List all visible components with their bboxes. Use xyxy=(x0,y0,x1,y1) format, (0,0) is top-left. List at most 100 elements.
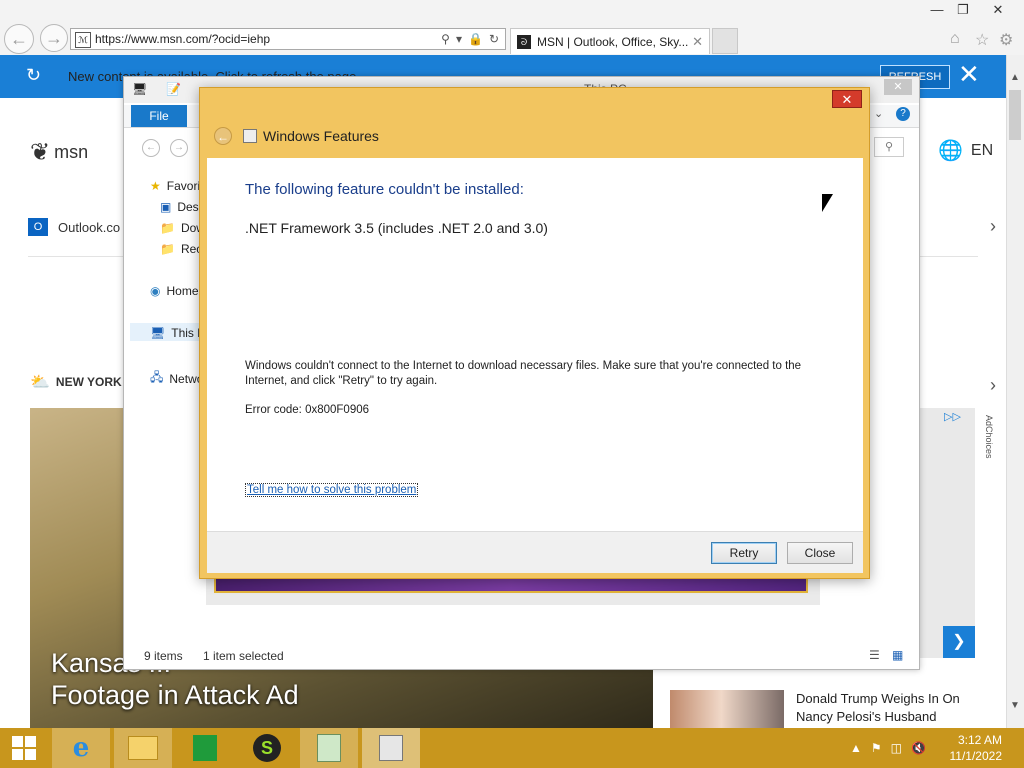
dialog-title: Windows Features xyxy=(263,128,379,144)
site-icon: ℳ xyxy=(75,32,91,48)
properties-icon[interactable]: 📝 xyxy=(166,82,181,96)
back-arrow-icon: ← xyxy=(10,28,28,49)
new-tab-button[interactable] xyxy=(712,28,738,54)
forward-button[interactable]: → xyxy=(40,24,68,52)
address-url[interactable]: https://www.msn.com/?ocid=iehp xyxy=(95,32,441,46)
chevron-right-icon[interactable]: › xyxy=(990,216,996,237)
ad-play-icon[interactable]: ▷▷ xyxy=(944,410,961,423)
msn-butterfly-icon: ❦ xyxy=(30,139,51,166)
mouse-pointer-icon xyxy=(822,194,833,212)
explorer-back-icon[interactable]: ← xyxy=(142,139,160,157)
network-icon: 🖧 xyxy=(150,370,164,384)
notification-close-icon[interactable]: ✕ xyxy=(958,59,980,90)
close-icon: ✕ xyxy=(841,92,853,107)
language-selector[interactable]: 🌐 EN xyxy=(938,138,993,163)
windows-features-taskbar-icon xyxy=(379,735,403,761)
folder-icon xyxy=(128,736,158,760)
dialog-back-icon[interactable]: ← xyxy=(214,127,232,145)
dialog-body: The following feature couldn't be instal… xyxy=(207,158,863,531)
search-icon[interactable]: ⚲ xyxy=(441,32,450,46)
maximize-button[interactable]: ❐ xyxy=(948,0,978,20)
settings-gear-icon[interactable]: ⚙ xyxy=(999,30,1013,50)
explorer-statusbar: 9 items 1 item selected ☰ ▦ xyxy=(124,645,919,669)
home-icon[interactable]: ⌂ xyxy=(950,30,960,48)
taskbar-installer[interactable] xyxy=(300,728,358,768)
error-code: Error code: 0x800F0906 xyxy=(245,404,370,416)
dialog-footer: Retry Close xyxy=(207,531,863,573)
tab-msn[interactable]: ᘐ MSN | Outlook, Office, Sky... ✕ xyxy=(510,28,710,54)
outlook-icon: O xyxy=(28,218,48,236)
tab-title: MSN | Outlook, Office, Sky... xyxy=(537,34,689,49)
dropdown-icon[interactable]: ▾ xyxy=(456,32,462,46)
homegroup-icon: ◉ xyxy=(150,284,161,298)
retry-button[interactable]: Retry xyxy=(711,542,777,564)
ribbon-expand-icon[interactable]: ⌄ xyxy=(874,107,883,120)
partly-cloudy-icon: ⛅ xyxy=(30,374,50,391)
tab-close-icon[interactable]: ✕ xyxy=(692,34,703,50)
address-bar[interactable]: ℳ https://www.msn.com/?ocid=iehp ⚲ ▾ 🔒 ↻ xyxy=(70,28,506,50)
scrollbar-thumb[interactable] xyxy=(1009,90,1021,140)
taskbar-file-explorer[interactable] xyxy=(114,728,172,768)
page-scrollbar[interactable] xyxy=(1006,55,1024,728)
error-message: Windows couldn't connect to the Internet… xyxy=(245,360,802,387)
feature-name: .NET Framework 3.5 (includes .NET 2.0 an… xyxy=(245,220,548,236)
explorer-forward-icon[interactable]: → xyxy=(170,139,188,157)
msn-logo-text: msn xyxy=(54,142,89,162)
msn-logo[interactable]: ❦ msn xyxy=(30,138,88,167)
action-center-flag-icon[interactable]: ⚑ xyxy=(871,741,882,755)
windows-logo-icon xyxy=(12,736,36,760)
carousel-next-button[interactable]: ❯ xyxy=(943,626,975,658)
windows-features-icon xyxy=(243,129,257,143)
chevron-right-icon[interactable]: › xyxy=(990,375,996,396)
scroll-up-icon[interactable]: ▲ xyxy=(1006,72,1024,83)
windows-features-dialog: ✕ ← Windows Features The following featu… xyxy=(199,87,870,579)
scroll-down-icon[interactable]: ▼ xyxy=(1006,700,1024,711)
show-hidden-icons-icon[interactable]: ▲ xyxy=(850,741,862,755)
favorites-star-icon[interactable]: ☆ xyxy=(975,30,989,50)
system-tray: ▲ ⚑ ◫ 🔇 xyxy=(850,728,926,768)
error-heading: The following feature couldn't be instal… xyxy=(245,181,524,198)
close-button[interactable]: Close xyxy=(787,542,853,564)
news-headline[interactable]: Donald Trump Weighs In On Nancy Pelosi's… xyxy=(796,690,976,730)
large-icons-view-icon[interactable]: ▦ xyxy=(892,648,903,662)
dialog-close-button[interactable]: ✕ xyxy=(832,90,862,108)
help-link[interactable]: Tell me how to solve this problem xyxy=(245,483,419,497)
system-clock[interactable]: 3:12 AM 11/1/2022 xyxy=(944,732,1003,764)
close-window-button[interactable]: ✕ xyxy=(978,0,1018,20)
adchoices-label[interactable]: AdChoices xyxy=(980,415,994,485)
language-label: EN xyxy=(970,141,994,159)
installer-icon xyxy=(317,734,341,762)
help-icon[interactable]: ? xyxy=(896,107,910,121)
file-tab[interactable]: File xyxy=(131,105,187,127)
taskbar-internet-explorer[interactable]: e xyxy=(52,728,110,768)
taskbar-store[interactable] xyxy=(176,728,234,768)
back-button[interactable]: ← xyxy=(4,24,34,54)
details-view-icon[interactable]: ☰ xyxy=(869,648,880,662)
lock-icon[interactable]: 🔒 xyxy=(468,32,483,46)
desktop-icon: ▣ xyxy=(160,200,172,214)
refresh-icon[interactable]: ↻ xyxy=(489,32,499,46)
volume-muted-icon[interactable]: 🔇 xyxy=(911,741,926,755)
taskbar-windows-features[interactable] xyxy=(362,728,420,768)
weather-label: NEW YORK xyxy=(55,375,122,389)
outlook-link[interactable]: O Outlook.co xyxy=(28,218,120,236)
globe-icon: 🌐 xyxy=(938,140,963,162)
taskbar-app-s[interactable]: S xyxy=(238,728,296,768)
start-button[interactable] xyxy=(0,728,48,768)
news-item[interactable]: Donald Trump Weighs In On Nancy Pelosi's… xyxy=(670,690,976,730)
computer-icon: 🖥 xyxy=(150,326,166,340)
chevron-right-icon: ❯ xyxy=(952,633,966,650)
network-tray-icon[interactable]: ◫ xyxy=(891,741,902,755)
explorer-close-button[interactable]: ✕ xyxy=(884,79,912,95)
news-thumbnail[interactable] xyxy=(670,690,784,730)
explorer-search-icon[interactable]: ⚲ xyxy=(874,137,904,157)
outlook-label: Outlook.co xyxy=(58,219,121,235)
clock-time: 3:12 AM xyxy=(957,733,1002,747)
reload-icon[interactable]: ↻ xyxy=(26,65,41,86)
star-icon: ★ xyxy=(150,179,161,193)
weather-location[interactable]: ⛅ NEW YORK xyxy=(30,372,122,392)
downloads-folder-icon: 📁 xyxy=(160,221,175,235)
hero-headline-line2[interactable]: Footage in Attack Ad xyxy=(51,680,299,711)
dialog-header: ← Windows Features xyxy=(207,118,863,158)
internet-explorer-icon: e xyxy=(72,733,90,763)
